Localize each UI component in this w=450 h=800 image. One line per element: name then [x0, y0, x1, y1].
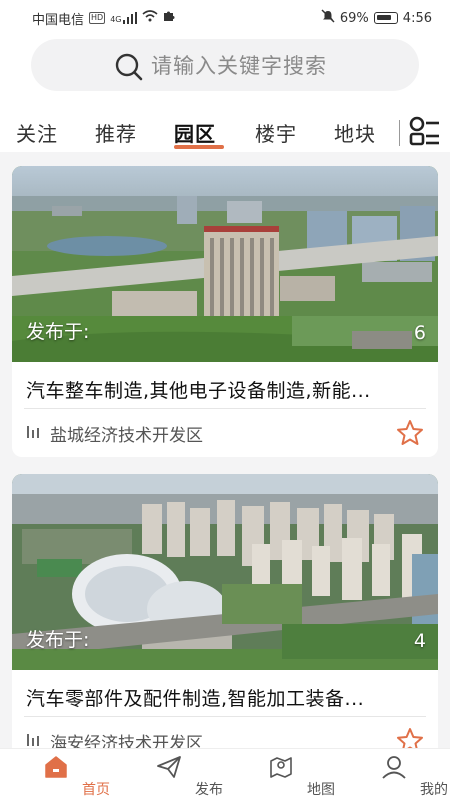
image-count: 4 [413, 630, 426, 652]
nav-map[interactable]: 地图 [241, 749, 335, 800]
card-title: 汽车整车制造,其他电子设备制造,新能... [26, 380, 371, 402]
park-card[interactable]: 发布于: 6 汽车整车制造,其他电子设备制造,新能... 盐城经济技术开发区 [12, 166, 438, 457]
tab-follow[interactable]: 关注 [16, 118, 58, 147]
park-photo: 发布于: 6 [12, 166, 438, 362]
location-name: 盐城经济技术开发区 [50, 425, 203, 446]
category-tabs: 关注 推荐 园区 楼宇 地块 [0, 112, 450, 154]
hd-badge: HD [89, 12, 106, 24]
carrier-name: 中国电信 [32, 12, 85, 28]
category-grid-icon[interactable] [401, 114, 441, 152]
nav-home-label: 首页 [82, 782, 110, 798]
puzzle-icon [163, 10, 175, 26]
tab-recommend[interactable]: 推荐 [95, 118, 137, 147]
nav-mine-label: 我的 [420, 782, 448, 798]
tab-park[interactable]: 园区 [174, 118, 216, 147]
tab-active-indicator [174, 145, 224, 149]
published-label: 发布于: [26, 629, 90, 651]
content-list: 发布于: 6 汽车整车制造,其他电子设备制造,新能... 盐城经济技术开发区 发… [0, 152, 450, 748]
card-footer: 海安经济技术开发区 [12, 717, 438, 748]
wifi-icon [141, 10, 158, 26]
mute-icon [321, 9, 335, 27]
signal-type: 4G [110, 15, 122, 24]
tab-land[interactable]: 地块 [334, 118, 376, 147]
tab-building[interactable]: 楼宇 [255, 118, 297, 147]
status-left: 中国电信 HD 4G [32, 9, 175, 28]
nav-home[interactable]: 首页 [16, 749, 110, 800]
status-right: 69% 4:56 [321, 9, 432, 27]
nav-map-label: 地图 [307, 782, 335, 798]
card-title: 汽车零部件及配件制造,智能加工装备... [26, 688, 365, 710]
location-icon [26, 423, 42, 443]
location-icon [26, 731, 42, 748]
battery-icon [373, 12, 398, 24]
nav-mine[interactable]: 我的 [354, 749, 448, 800]
search-placeholder: 请输入关键字搜索 [151, 54, 327, 78]
park-card[interactable]: 发布于: 4 汽车零部件及配件制造,智能加工装备... 海安经济技术开发区 [12, 474, 438, 748]
nav-publish-label: 发布 [195, 782, 223, 798]
battery-percent: 69% [339, 10, 369, 26]
tab-divider [399, 120, 400, 146]
favorite-star-icon[interactable] [396, 727, 424, 748]
nav-publish[interactable]: 发布 [129, 749, 223, 800]
bottom-navigation: 首页 发布 地图 我的 [0, 748, 450, 800]
park-photo: 发布于: 4 [12, 474, 438, 670]
search-icon [114, 52, 144, 86]
favorite-star-icon[interactable] [396, 419, 424, 451]
status-bar: 中国电信 HD 4G 69% 4:56 [0, 0, 450, 36]
search-bar[interactable]: 请输入关键字搜索 [31, 39, 419, 91]
image-count: 6 [413, 322, 426, 344]
published-label: 发布于: [26, 321, 90, 343]
clock-time: 4:56 [402, 10, 432, 26]
location-name: 海安经济技术开发区 [50, 733, 203, 749]
card-footer: 盐城经济技术开发区 [12, 409, 438, 457]
signal-icon: 4G [110, 12, 137, 24]
